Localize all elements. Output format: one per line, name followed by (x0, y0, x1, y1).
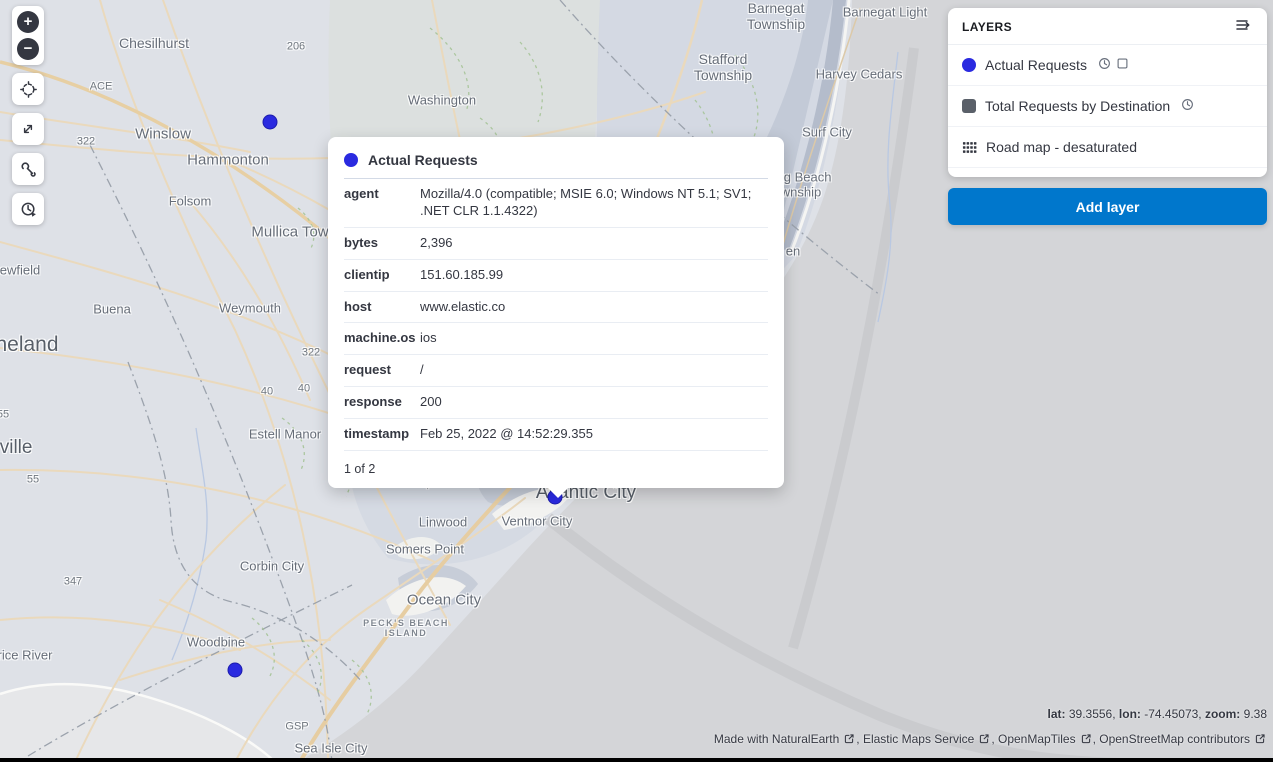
grid-icon (962, 140, 977, 155)
plus-icon: + (24, 12, 33, 32)
zoom-in-button[interactable]: + (17, 11, 39, 33)
external-link-icon[interactable] (839, 732, 856, 746)
layer-badges (1181, 98, 1194, 114)
layer-swatch-circle (962, 58, 976, 72)
popup-field-row: bytes2,396 (344, 228, 768, 260)
window-bottom-edge (0, 758, 1273, 762)
timeslider-button[interactable] (12, 193, 44, 225)
field-value: 2,396 (420, 235, 768, 252)
elastic-maps-app: Barnegat TownshipBarnegat LightChesilhur… (0, 0, 1273, 762)
layers-panel-title: LAYERS (962, 20, 1012, 34)
attribution-link[interactable]: Made with NaturalEarth (714, 732, 839, 746)
attribution-link[interactable]: OpenMapTiles (998, 732, 1076, 746)
popup-field-row: hostwww.elastic.co (344, 292, 768, 324)
tooltip-pagination: 1 of 2 (344, 451, 768, 476)
tooltip-field-table: agentMozilla/4.0 (compatible; MSIE 6.0; … (344, 179, 768, 451)
field-value: www.elastic.co (420, 299, 768, 316)
set-view-button[interactable] (12, 73, 44, 105)
popup-field-row: machine.osios (344, 323, 768, 355)
map-attribution: Made with NaturalEarth, Elastic Maps Ser… (714, 732, 1267, 746)
popup-field-row: request/ (344, 355, 768, 387)
attribution-link[interactable]: Elastic Maps Service (863, 732, 974, 746)
field-value: Mozilla/4.0 (compatible; MSIE 6.0; Windo… (420, 186, 768, 220)
external-link-icon (1254, 733, 1266, 745)
expand-button[interactable] (12, 113, 44, 145)
tooltip-layer-title: Actual Requests (368, 152, 478, 168)
layers-panel-footer (948, 168, 1267, 177)
field-label: bytes (344, 235, 420, 252)
attribution-separator: , (991, 732, 998, 746)
layer-swatch-dot (344, 153, 358, 167)
popup-field-row: response200 (344, 387, 768, 419)
clock-play-icon (20, 201, 37, 218)
clock-icon (1181, 98, 1194, 114)
popup-field-row: agentMozilla/4.0 (compatible; MSIE 6.0; … (344, 179, 768, 228)
external-link-icon[interactable] (1250, 732, 1267, 746)
field-value: ios (420, 330, 768, 347)
expand-icon (20, 121, 36, 137)
field-label: request (344, 362, 420, 379)
popup-field-row: clientip151.60.185.99 (344, 260, 768, 292)
zoom-out-button[interactable]: − (17, 38, 39, 60)
field-label: machine.os (344, 330, 420, 347)
layer-row-total-requests[interactable]: Total Requests by Destination (948, 86, 1267, 127)
attribution-separator: , (856, 732, 863, 746)
field-label: agent (344, 186, 420, 220)
tools-button[interactable] (12, 153, 44, 185)
field-value: 151.60.185.99 (420, 267, 768, 284)
layers-panel: LAYERS Actual Requests (948, 8, 1267, 177)
checkbox-square-icon (1116, 57, 1129, 73)
field-value: / (420, 362, 768, 379)
layer-row-actual-requests[interactable]: Actual Requests (948, 45, 1267, 86)
wrench-icon (20, 161, 37, 178)
feature-tooltip: Actual Requests agentMozilla/4.0 (compat… (328, 137, 784, 488)
popup-field-row: timestampFeb 25, 2022 @ 14:52:29.355 (344, 419, 768, 451)
clock-icon (1098, 57, 1111, 73)
field-label: timestamp (344, 426, 420, 443)
tooltip-header: Actual Requests (344, 150, 768, 178)
layer-badges (1098, 57, 1129, 73)
zoom-control-group: + − (12, 6, 44, 65)
field-value: Feb 25, 2022 @ 14:52:29.355 (420, 426, 768, 443)
field-label: clientip (344, 267, 420, 284)
collapse-panel-button[interactable] (1233, 15, 1253, 38)
external-link-icon (978, 733, 990, 745)
external-link-icon[interactable] (974, 732, 991, 746)
map-toolbar: + − (12, 6, 44, 225)
layer-swatch-square (962, 99, 976, 113)
add-layer-button[interactable]: Add layer (948, 188, 1267, 225)
layer-label: Total Requests by Destination (985, 98, 1170, 114)
crosshairs-icon (20, 81, 37, 98)
external-link-icon (843, 733, 855, 745)
menu-right-icon (1235, 17, 1251, 36)
map-coordinates-readout: lat: 39.3556, lon: -74.45073, zoom: 9.38 (1048, 707, 1268, 721)
field-value: 200 (420, 394, 768, 411)
attribution-link[interactable]: OpenStreetMap contributors (1099, 732, 1250, 746)
document-marker[interactable] (228, 663, 243, 678)
layer-label: Actual Requests (985, 57, 1087, 73)
layers-panel-header: LAYERS (948, 8, 1267, 45)
layer-label: Road map - desaturated (986, 139, 1137, 155)
layer-row-road-map[interactable]: Road map - desaturated (948, 127, 1267, 168)
external-link-icon[interactable] (1076, 732, 1093, 746)
external-link-icon (1080, 733, 1092, 745)
document-marker[interactable] (263, 115, 278, 130)
field-label: response (344, 394, 420, 411)
field-label: host (344, 299, 420, 316)
minus-icon: − (24, 39, 33, 59)
